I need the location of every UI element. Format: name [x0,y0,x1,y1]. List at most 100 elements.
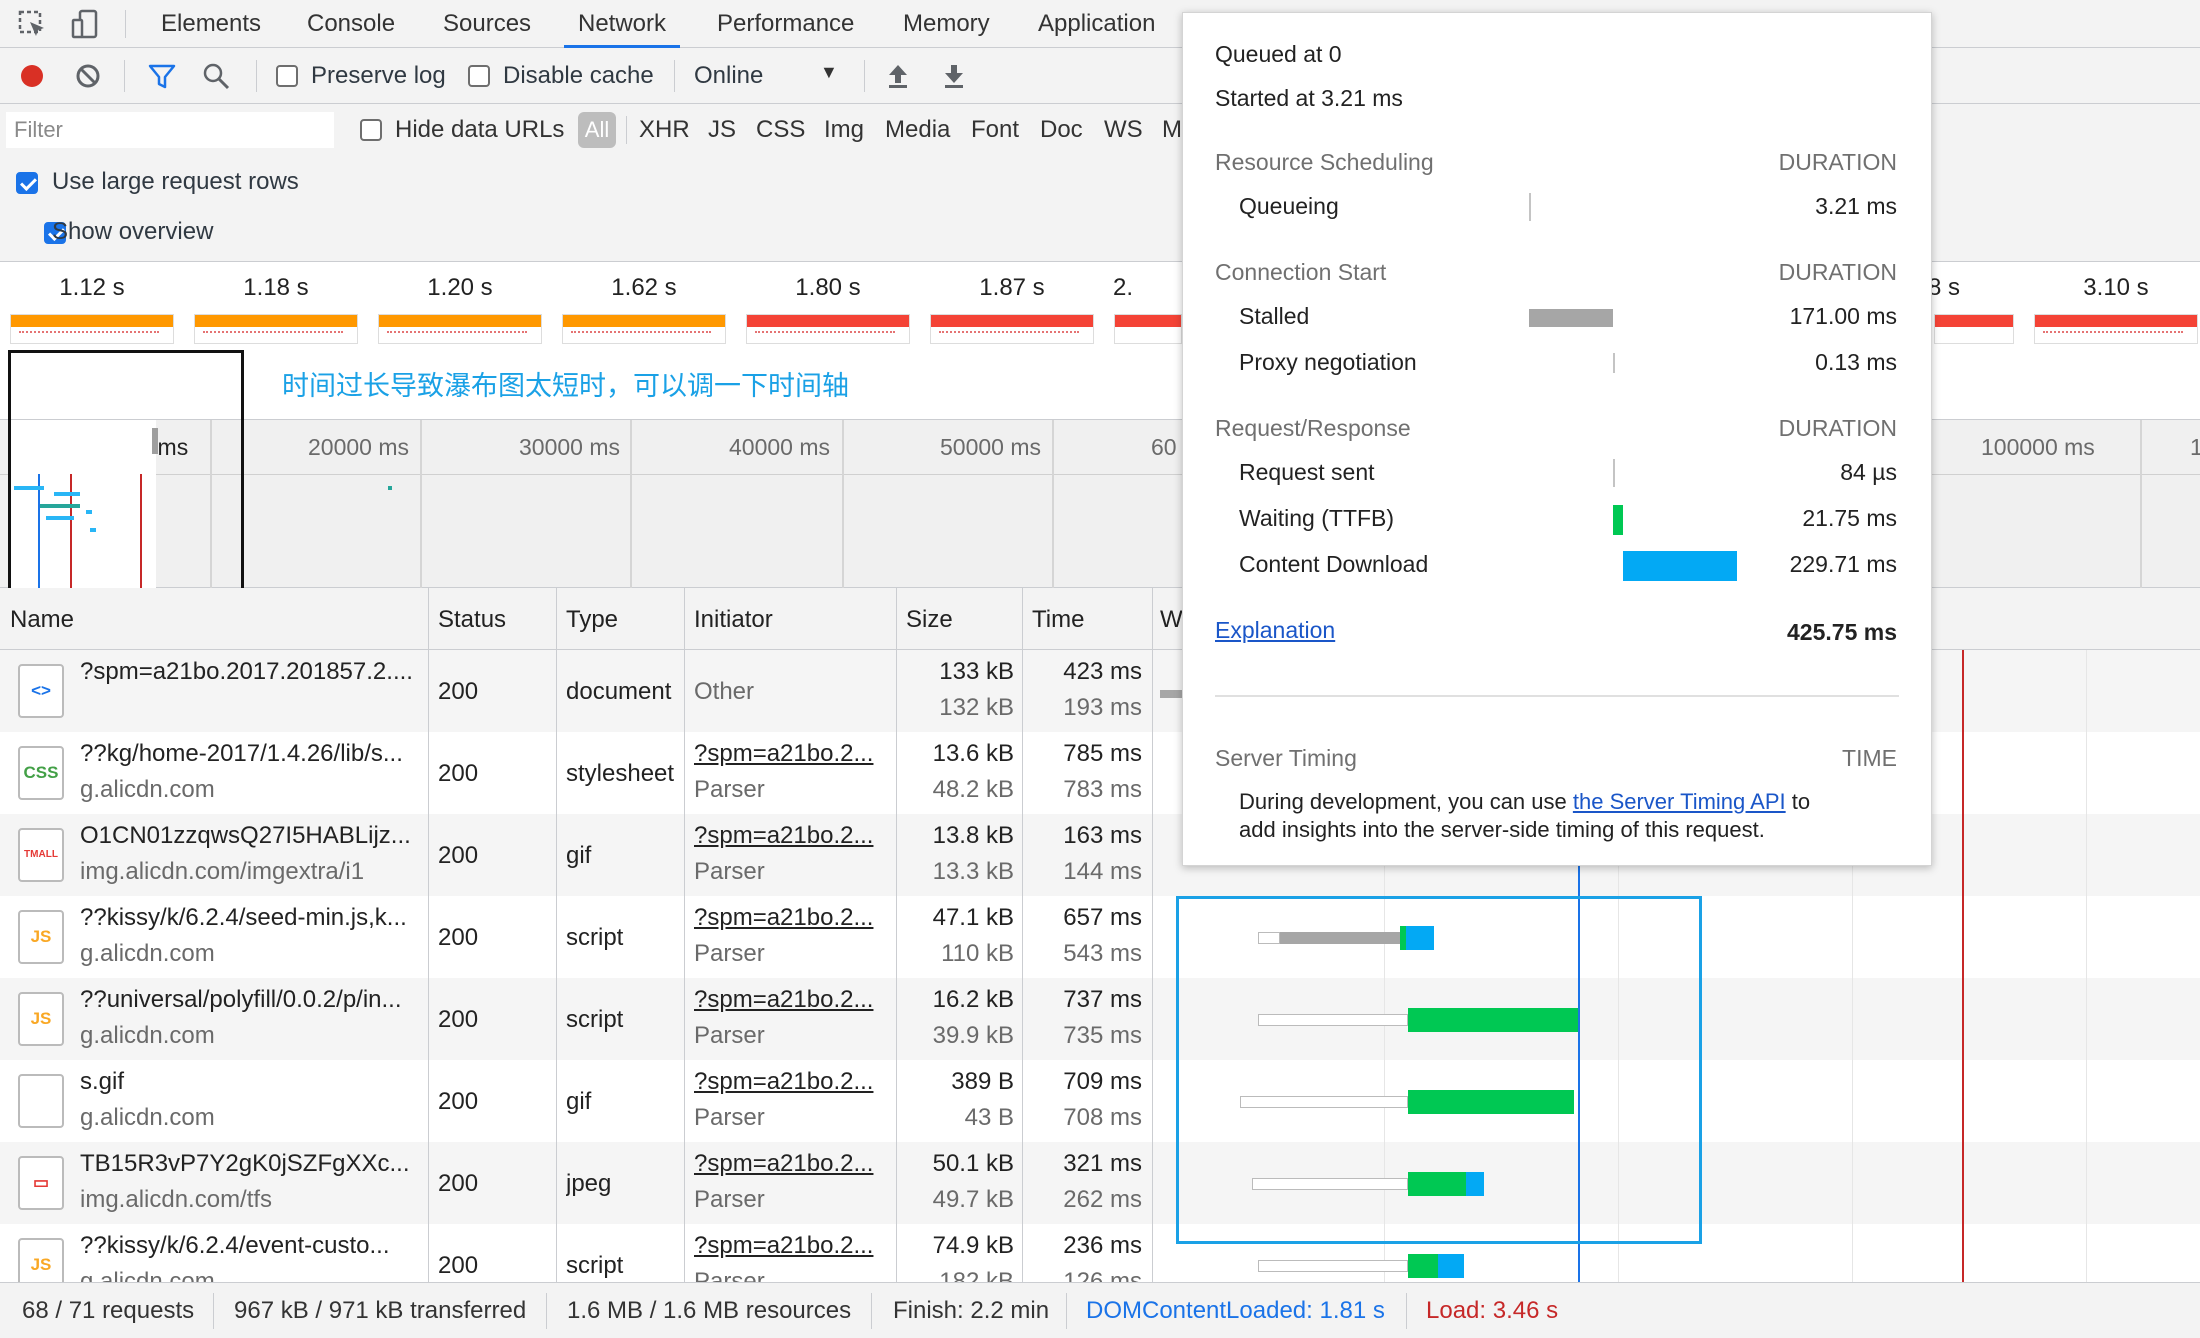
explanation-link[interactable]: Explanation [1215,617,1335,644]
tab-application[interactable]: Application [1038,0,1155,48]
filter-type-doc[interactable]: Doc [1040,116,1083,144]
filter-type-css[interactable]: CSS [756,116,805,144]
server-timing-text: During development, you can use [1239,789,1573,814]
tab-sources[interactable]: Sources [443,0,531,48]
request-status: 200 [438,1006,479,1033]
request-name[interactable]: ??kissy/k/6.2.4/event-custo... [80,1232,420,1260]
overview-tick: 20000 ms [308,434,410,460]
request-size: 50.1 kB [932,1150,1014,1177]
column-header-size[interactable]: Size [906,606,953,634]
transferred-size: 967 kB / 971 kB transferred [234,1297,527,1324]
request-name[interactable]: ?spm=a21bo.2017.201857.2.... [80,658,420,686]
large-rows-checkbox[interactable] [16,172,38,194]
hide-data-urls-checkbox[interactable] [360,119,382,141]
table-row[interactable]: <> ?spm=a21bo.2017.201857.2.... 200 documen… [0,650,1152,732]
request-name[interactable]: ??kg/home-2017/1.4.26/lib/s... [80,740,420,768]
request-response-title: Request/Response [1215,415,1411,441]
toolbar-divider [864,60,865,92]
request-name[interactable]: TB15R3vP7Y2gK0jSZFgXXc... [80,1150,420,1178]
frame-thumbnail[interactable] [378,314,542,344]
filter-type-img[interactable]: Img [824,116,864,144]
request-time: 423 ms [1063,658,1142,685]
filter-type-font[interactable]: Font [971,116,1019,144]
filter-type-all[interactable]: All [578,112,616,148]
frame-thumbnail[interactable] [1114,314,1182,344]
table-row[interactable]: JS ??kissy/k/6.2.4/seed-min.js,k... g.alic… [0,896,1152,978]
request-name[interactable]: ??kissy/k/6.2.4/seed-min.js,k... [80,904,420,932]
request-status: 200 [438,924,479,951]
initiator-detail: Parser [694,1104,765,1131]
clear-icon[interactable] [72,60,104,92]
waterfall-queue-bar[interactable] [1258,1260,1408,1272]
device-toolbar-icon[interactable] [70,8,102,40]
filter-type-xhr[interactable]: XHR [639,116,690,144]
request-initiator[interactable]: ?spm=a21bo.2... [694,740,890,768]
disable-cache-checkbox[interactable] [468,65,490,87]
column-header-waterfall[interactable]: W [1160,606,1183,634]
preserve-log-checkbox[interactable] [276,65,298,87]
frame-thumbnail[interactable] [1934,314,2014,344]
initiator-detail: Parser [694,858,765,885]
table-row[interactable]: JS ??universal/polyfill/0.0.2/p/in... g.al… [0,978,1152,1060]
tab-memory[interactable]: Memory [903,0,990,48]
tab-console[interactable]: Console [307,0,395,48]
column-header-type[interactable]: Type [566,606,618,634]
column-header-initiator[interactable]: Initiator [694,606,773,634]
inspect-element-icon[interactable] [16,8,48,40]
tab-network[interactable]: Network [564,0,681,48]
table-row[interactable]: TMALL O1CN01zzqwsQ27I5HABLijz... img.alicd… [0,814,1152,896]
frame-thumbnail[interactable] [194,314,358,344]
waterfall-download-bar[interactable] [1438,1254,1464,1278]
waterfall-gridline [2086,650,2087,1282]
waterfall-bar[interactable] [1160,690,1182,698]
request-name[interactable]: s.gif [80,1068,420,1096]
filter-icon[interactable] [146,60,178,92]
request-initiator[interactable]: ?spm=a21bo.2... [694,1232,890,1260]
search-icon[interactable] [200,60,232,92]
server-timing-api-link[interactable]: the Server Timing API [1573,789,1786,814]
overview-request-bar [388,486,392,490]
request-name[interactable]: O1CN01zzqwsQ27I5HABLijz... [80,822,420,850]
filter-type-js[interactable]: JS [708,116,736,144]
request-initiator[interactable]: ?spm=a21bo.2... [694,1150,890,1178]
request-status: 200 [438,1252,479,1279]
frame-thumbnail[interactable] [2034,314,2198,344]
table-row[interactable]: ▭ TB15R3vP7Y2gK0jSZFgXXc... img.alicdn.com… [0,1142,1152,1224]
filter-input[interactable] [6,112,334,148]
request-status: 200 [438,842,479,869]
stalled-label: Stalled [1239,303,1310,329]
request-latency: 543 ms [1063,940,1142,967]
frame-time: 8 s [1928,274,1961,301]
filter-type-media[interactable]: Media [885,116,950,144]
import-har-icon[interactable] [882,60,914,92]
request-initiator[interactable]: ?spm=a21bo.2... [694,904,890,932]
request-size: 47.1 kB [932,904,1014,931]
request-initiator[interactable]: ?spm=a21bo.2... [694,1068,890,1096]
tab-elements[interactable]: Elements [161,0,261,48]
column-header-status[interactable]: Status [438,606,506,634]
waterfall-ttfb-bar[interactable] [1408,1254,1438,1278]
frame-thumbnail[interactable] [562,314,726,344]
frame-thumbnail[interactable] [746,314,910,344]
column-header-time[interactable]: Time [1032,606,1084,634]
table-row[interactable]: CSS ??kg/home-2017/1.4.26/lib/s... g.alicd… [0,732,1152,814]
request-initiator[interactable]: ?spm=a21bo.2... [694,822,890,850]
column-header-name[interactable]: Name [10,606,74,634]
tab-performance[interactable]: Performance [717,0,854,48]
request-domain: g.alicdn.com [80,776,215,803]
filter-type-manifest[interactable]: M [1162,116,1182,144]
table-row[interactable]: s.gif g.alicdn.com 200 gif ?spm=a21bo.2... Pa… [0,1060,1152,1142]
throttling-select[interactable]: Online ▼ [694,56,844,96]
preserve-log-label: Preserve log [311,62,446,89]
column-divider [1022,588,1023,1282]
filter-type-ws[interactable]: WS [1104,116,1143,144]
request-name[interactable]: ??universal/polyfill/0.0.2/p/in... [80,986,420,1014]
record-icon[interactable] [16,60,48,92]
request-initiator[interactable]: ?spm=a21bo.2... [694,986,890,1014]
request-type: script [566,1252,624,1279]
queueing-value: 3.21 ms [1815,193,1897,219]
request-domain: g.alicdn.com [80,1104,215,1131]
export-har-icon[interactable] [938,60,970,92]
frame-thumbnail[interactable] [930,314,1094,344]
frame-thumbnail[interactable] [10,314,174,344]
